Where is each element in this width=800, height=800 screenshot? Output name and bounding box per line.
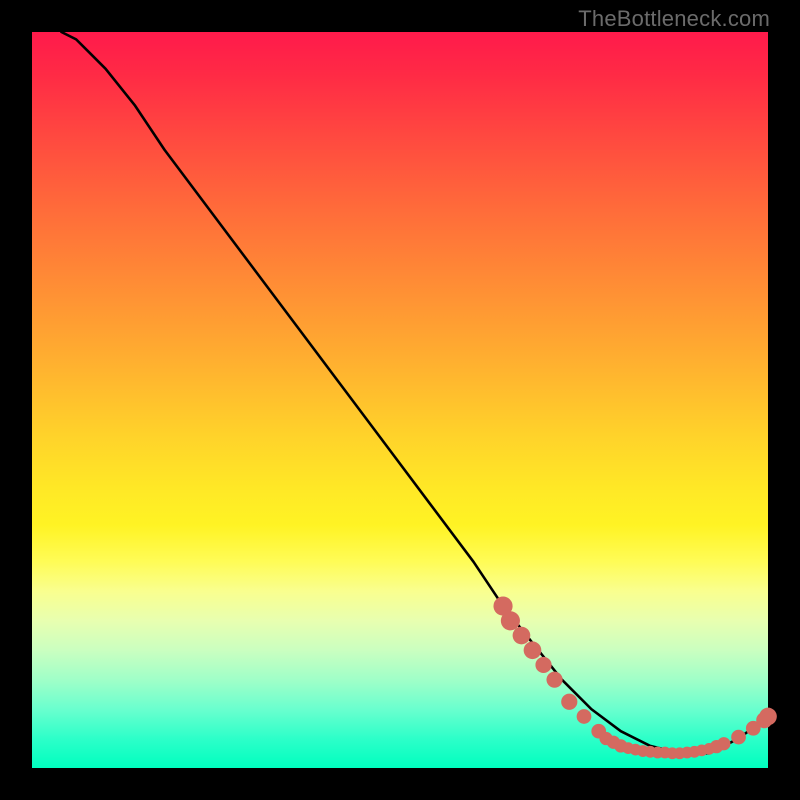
data-marker bbox=[535, 657, 551, 673]
bottleneck-curve bbox=[61, 32, 768, 753]
data-marker bbox=[501, 611, 520, 630]
data-marker bbox=[561, 694, 577, 710]
watermark-text: TheBottleneck.com bbox=[578, 6, 770, 32]
chart-frame: TheBottleneck.com bbox=[0, 0, 800, 800]
data-marker bbox=[546, 672, 562, 688]
data-marker bbox=[717, 737, 730, 750]
data-marker bbox=[513, 627, 531, 645]
data-marker bbox=[577, 709, 592, 724]
chart-svg bbox=[32, 32, 768, 768]
data-marker bbox=[731, 730, 746, 745]
data-marker bbox=[759, 708, 777, 726]
data-markers bbox=[493, 597, 776, 760]
data-marker bbox=[524, 641, 542, 659]
